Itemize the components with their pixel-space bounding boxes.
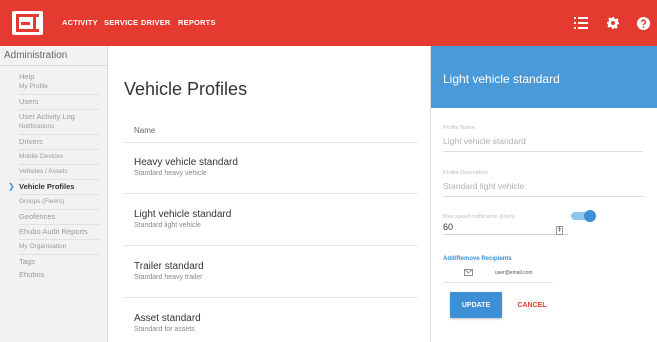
input-underline [443,151,643,152]
profile-description-input[interactable]: Standard light vehicle [443,181,524,191]
panel-title: Light vehicle standard [443,72,560,86]
divider [19,194,99,195]
divider [443,282,553,283]
sidebar-item-groups-fleets[interactable]: Groups (Fleets) [19,198,64,206]
divider [19,134,99,135]
profile-name-input[interactable]: Light vehicle standard [443,136,526,146]
divider [19,239,99,240]
nav-driver[interactable]: DRIVER [141,18,171,27]
sidebar-item-my-organisation[interactable]: My Organisation [19,243,66,251]
max-speed-label: Max speed notification (km/h) [443,214,515,220]
toggle-knob[interactable] [584,210,596,222]
chevron-right-icon: ❯ [8,182,15,191]
nav-reports[interactable]: REPORTS [178,18,216,27]
sidebar-item-help[interactable]: Help [19,73,34,81]
sidebar-item-user-activity-log[interactable]: User Activity Log [19,113,75,121]
profile-name[interactable]: Asset standard [134,313,201,324]
divider [19,254,99,255]
divider [19,149,99,150]
recipients-label[interactable]: Add/Remove Recipients [443,256,512,262]
sidebar-item-users[interactable]: Users [19,98,39,106]
sidebar-item-ehubos[interactable]: Ehubos [19,271,44,279]
profile-description-label: Profile Description [443,170,488,176]
divider [19,94,99,95]
divider [19,109,99,110]
max-speed-input[interactable]: 60 [443,222,568,235]
logo-icon [16,14,39,32]
sidebar-item-my-profile[interactable]: My Profile [19,83,48,91]
profile-description: Standard light vehicle [134,222,201,229]
profile-name[interactable]: Light vehicle standard [134,209,231,220]
column-header-name: Name [134,126,156,135]
cancel-button[interactable]: CANCEL [509,292,555,318]
sidebar-item-drivers[interactable]: Drivers [19,138,43,146]
sidebar-item-mobile-devices[interactable]: Mobile Devices [19,153,63,161]
divider [19,179,99,180]
input-underline [443,196,643,197]
nav-service[interactable]: SERVICE [104,18,138,27]
profile-description: Standard heavy trailer [134,274,203,281]
gear-icon[interactable] [604,14,622,32]
divider [0,65,107,66]
nav-activity[interactable]: ACTIVITY [62,18,98,27]
top-navigation-bar: ACTIVITY SERVICE DRIVER REPORTS [0,0,657,46]
sidebar-title: Administration [4,50,68,61]
update-button[interactable]: UPDATE [450,292,502,318]
sidebar-item-notifications[interactable]: Notifications [19,123,54,131]
divider [19,209,99,210]
divider [124,297,418,298]
divider [124,245,418,246]
profile-detail-panel: Light vehicle standard Profile Name Ligh… [430,46,657,342]
sidebar-item-ehubo-audit-reports[interactable]: Ehubo Audit Reports [19,228,88,236]
profile-name[interactable]: Trailer standard [134,261,204,272]
profile-name-label: Profile Name [443,125,475,131]
profile-name[interactable]: Heavy vehicle standard [134,157,238,168]
sidebar-item-vehicles-assets[interactable]: Vehicles / Assets [19,168,68,176]
help-icon[interactable] [634,14,652,32]
sidebar-item-vehicle-profiles[interactable]: Vehicle Profiles [19,183,74,191]
divider [19,164,99,165]
profile-description: Standard for assets [134,326,195,333]
sidebar-item-geofences[interactable]: Geofences [19,213,55,221]
divider [19,224,99,225]
list-icon[interactable] [572,14,590,32]
number-stepper[interactable]: ▴ ▾ [556,226,563,235]
divider [124,142,418,143]
profile-description: Standard heavy vehicle [134,170,207,177]
admin-sidebar: Administration Help My Profile Users Use… [0,46,108,342]
mail-icon [464,269,473,276]
sidebar-item-tags[interactable]: Tags [19,258,35,266]
panel-header: Light vehicle standard [431,46,657,108]
app-logo[interactable] [12,11,43,35]
divider [124,193,418,194]
page-title: Vehicle Profiles [124,79,248,99]
recipient-email: user@email.com [495,270,533,276]
